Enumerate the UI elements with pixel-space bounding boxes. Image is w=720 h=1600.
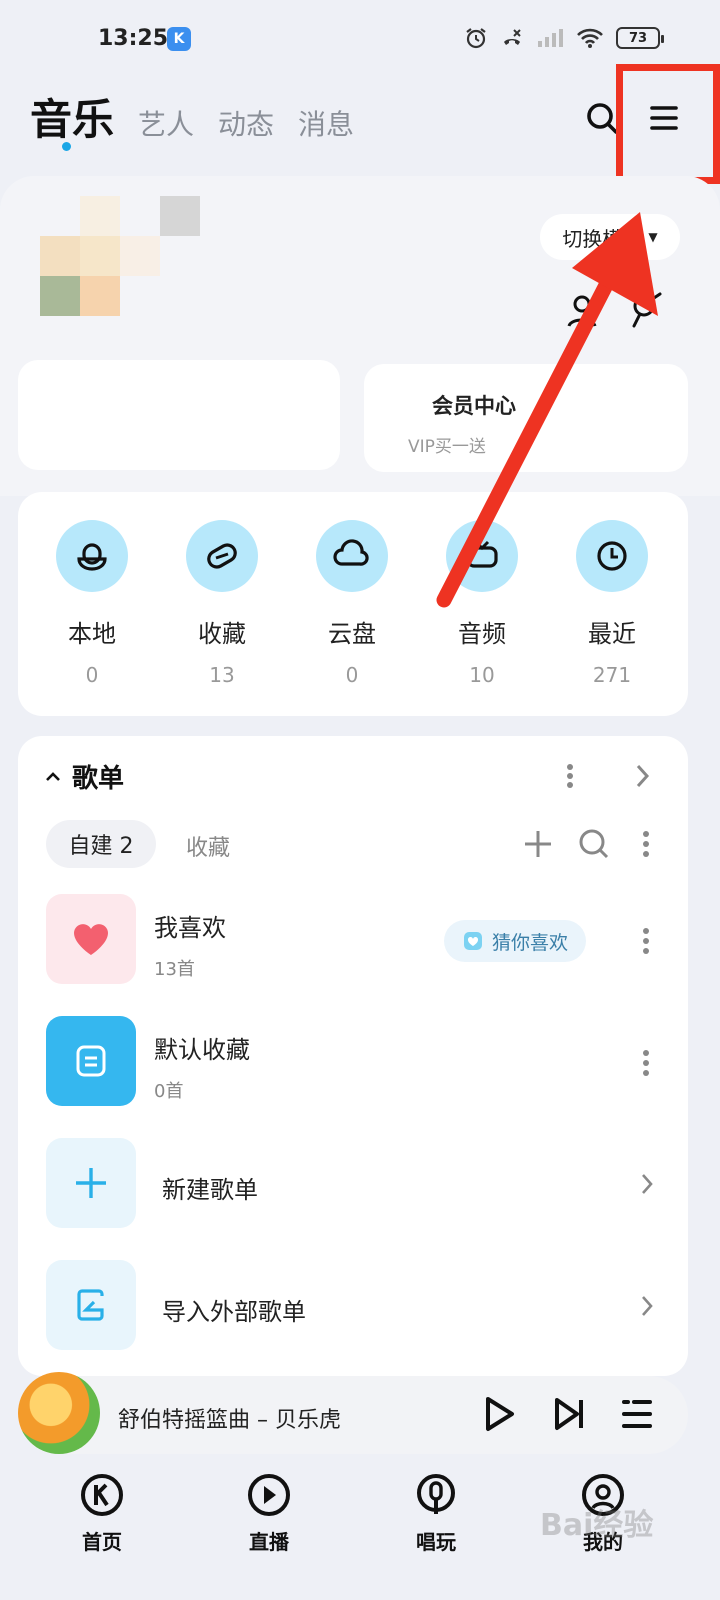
nav-home[interactable]: 首页: [62, 1472, 142, 1555]
shortcut-count: 271: [592, 663, 632, 687]
import-playlist-label[interactable]: 导入外部歌单: [162, 1292, 306, 1327]
heart-badge-icon: [463, 932, 482, 950]
more-vertical-icon[interactable]: [636, 828, 656, 860]
chevron-right-icon[interactable]: [640, 1172, 654, 1196]
tab-self-created[interactable]: 自建 2: [46, 820, 156, 868]
new-playlist-label[interactable]: 新建歌单: [162, 1170, 258, 1205]
signal-icon: [538, 29, 563, 47]
active-tab-indicator: [62, 142, 71, 151]
tab-messages[interactable]: 消息: [298, 103, 354, 143]
album-cover[interactable]: [18, 1372, 100, 1454]
local-music-icon: [56, 520, 128, 592]
user-info-box[interactable]: [18, 360, 340, 470]
switch-mode-button[interactable]: 切换模式 ▼: [540, 214, 680, 260]
live-icon: [248, 1474, 290, 1516]
playlist-section-header[interactable]: 歌单: [44, 758, 124, 795]
alarm-icon: [466, 28, 486, 49]
battery-indicator: 73: [616, 27, 664, 49]
tab-collected[interactable]: 收藏: [186, 830, 230, 862]
friends-icon[interactable]: [562, 290, 602, 330]
nav-sing[interactable]: 唱玩: [396, 1472, 476, 1555]
heart-icon: [74, 924, 108, 955]
sing-icon: [417, 1474, 455, 1514]
now-playing-title[interactable]: 舒伯特摇篮曲 – 贝乐虎: [118, 1402, 341, 1434]
mic-icon[interactable]: [626, 290, 666, 330]
plus-icon: [76, 1168, 106, 1198]
avatar[interactable]: [40, 196, 202, 316]
new-playlist-cover[interactable]: [46, 1138, 136, 1228]
chevron-right-icon[interactable]: [640, 1294, 654, 1318]
add-playlist-icon[interactable]: [522, 828, 554, 860]
wifi-icon: [577, 28, 603, 48]
guess-you-like-button[interactable]: 猜你喜欢: [444, 920, 586, 962]
shortcut-label: 最近: [588, 620, 636, 648]
switch-mode-label: 切换模式: [562, 226, 643, 251]
shortcut-count: 13: [209, 663, 235, 687]
default-playlist-cover[interactable]: [46, 1016, 136, 1106]
playlist-title[interactable]: 默认收藏: [154, 1030, 250, 1065]
tab-music-label: 音乐: [30, 95, 115, 144]
nav-label: 唱玩: [416, 1530, 456, 1554]
import-icon: [77, 1289, 104, 1321]
nav-label: 直播: [249, 1530, 289, 1554]
vip-center-title: 会员中心: [432, 394, 516, 418]
shortcut-recent[interactable]: 最近 271: [557, 520, 667, 687]
nav-live[interactable]: 直播: [229, 1472, 309, 1555]
tab-artists[interactable]: 艺人: [138, 103, 194, 143]
more-vertical-icon[interactable]: [636, 1048, 656, 1078]
call-missed-icon: [504, 29, 521, 45]
tab-feed[interactable]: 动态: [218, 103, 274, 143]
chevron-right-icon[interactable]: [632, 762, 652, 790]
playlist-icon: [76, 1045, 106, 1077]
clock-icon: [576, 520, 648, 592]
guess-you-like-label: 猜你喜欢: [491, 931, 568, 954]
shortcut-label: 音频: [458, 620, 506, 648]
playlist-queue-icon[interactable]: [620, 1394, 654, 1434]
chevron-up-icon: [46, 771, 60, 781]
shortcut-label: 云盘: [328, 620, 376, 648]
tab-music[interactable]: 音乐: [30, 86, 115, 151]
shortcut-favorites[interactable]: 收藏 13: [167, 520, 277, 687]
search-icon[interactable]: [584, 100, 620, 136]
shortcut-count: 0: [85, 663, 99, 687]
more-vertical-icon[interactable]: [560, 762, 580, 790]
top-tab-bar: 音乐 艺人 动态 消息: [30, 86, 354, 151]
status-time: 13:25: [98, 26, 169, 51]
home-k-icon: [81, 1474, 123, 1516]
annotation-highlight-box: [616, 64, 720, 184]
radio-icon: [446, 520, 518, 592]
search-playlist-icon[interactable]: [578, 828, 610, 860]
next-track-icon[interactable]: [552, 1394, 586, 1434]
nav-label: 首页: [82, 1530, 122, 1554]
shortcut-count: 0: [345, 663, 359, 687]
shortcut-local[interactable]: 本地 0: [37, 520, 147, 687]
shortcut-label: 收藏: [198, 620, 246, 648]
favorites-icon: [186, 520, 258, 592]
status-icons: 73: [464, 26, 664, 50]
shortcut-label: 本地: [68, 620, 116, 648]
shortcut-cloud[interactable]: 云盘 0: [297, 520, 407, 687]
watermark: Bai经验: [540, 1508, 654, 1543]
play-icon[interactable]: [482, 1394, 518, 1434]
playlist-section-title: 歌单: [72, 764, 125, 794]
vip-center-subtitle: VIP买一送: [408, 437, 486, 457]
playlist-count: 13首: [154, 959, 195, 980]
caret-down-icon: ▼: [648, 230, 658, 244]
shortcut-count: 10: [469, 663, 495, 687]
import-playlist-cover[interactable]: [46, 1260, 136, 1350]
app-notification-icon: K: [167, 27, 191, 51]
playlist-title[interactable]: 我喜欢: [154, 908, 226, 943]
playlist-count: 0首: [154, 1081, 184, 1102]
cloud-icon: [316, 520, 388, 592]
shortcut-audio[interactable]: 音频 10: [427, 520, 537, 687]
more-vertical-icon[interactable]: [636, 926, 656, 956]
liked-playlist-cover[interactable]: [46, 894, 136, 984]
